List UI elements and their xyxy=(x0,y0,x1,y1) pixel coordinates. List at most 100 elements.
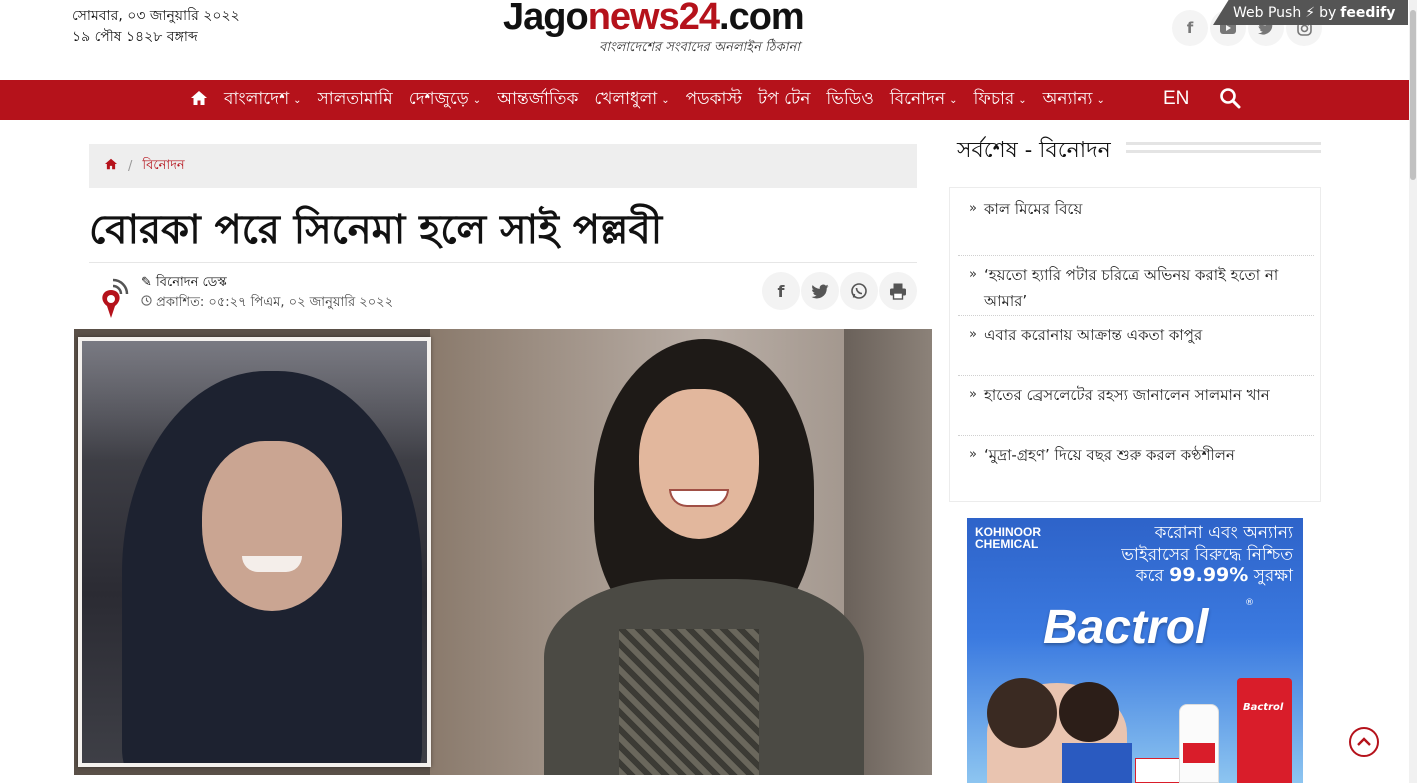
pencil-icon: ✎ xyxy=(141,275,152,290)
search-icon[interactable] xyxy=(1219,87,1243,111)
chevron-down-icon: ⌄ xyxy=(1096,94,1105,106)
ad-pack-label: Bactrol xyxy=(1243,702,1284,713)
facebook-icon[interactable]: f xyxy=(1172,10,1208,46)
logo-wordmark: Jagonews24.com xyxy=(503,0,805,39)
ad-line-3b: 99.99% xyxy=(1169,564,1249,586)
inset-face xyxy=(202,441,342,611)
nav-item-sports[interactable]: খেলাধুলা ⌄ xyxy=(594,86,669,114)
nav-item-bangladesh[interactable]: বাংলাদেশ ⌄ xyxy=(224,86,302,114)
nav-item-saltamami[interactable]: সালতামামি xyxy=(318,86,393,114)
chevron-down-icon: ⌄ xyxy=(949,94,958,106)
chevron-down-icon: ⌄ xyxy=(661,94,670,106)
article-hero-image xyxy=(74,329,932,775)
hero-face xyxy=(639,389,759,539)
nav-label: সালতামামি xyxy=(317,89,393,109)
print-icon[interactable] xyxy=(879,272,917,310)
language-switch[interactable]: EN xyxy=(1163,88,1189,110)
list-item-text[interactable]: ‘মুদ্রা-গ্রহণ’ দিয়ে বছর শুরু করল কণ্ঠশী… xyxy=(984,442,1314,496)
sidebar-advertisement[interactable]: KOHINOOR CHEMICAL করোনা এবং অন্যান্য ভাই… xyxy=(967,518,1303,783)
breadcrumb-category[interactable]: বিনোদন xyxy=(142,156,184,177)
home-icon[interactable] xyxy=(190,90,208,111)
inset-smile xyxy=(242,556,302,572)
nav-item-video[interactable]: ভিডিও xyxy=(826,86,873,114)
hero-inset-photo xyxy=(78,337,431,767)
author-line: ✎ বিনোদন ডেস্ক xyxy=(141,273,227,293)
ad-brand: Bactrol xyxy=(1043,601,1209,654)
breadcrumb-home-icon[interactable] xyxy=(104,158,118,174)
list-item[interactable]: » হাতের ব্রেসলেটের রহস্য জানালেন সালমান … xyxy=(958,382,1314,436)
nav-label: দেশজুড়ে xyxy=(408,89,469,109)
twitter-share-icon[interactable] xyxy=(801,272,839,310)
scrollbar-thumb[interactable] xyxy=(1410,10,1416,180)
chevron-down-icon: ⌄ xyxy=(472,94,482,106)
double-chevron-right-icon: » xyxy=(969,327,977,342)
nav-item-top-ten[interactable]: টপ টেন xyxy=(758,86,811,114)
logo-text-c: .com xyxy=(719,0,805,38)
ad-line-3c: সুরক্ষা xyxy=(1253,566,1293,586)
list-item[interactable]: » এবার করোনায় আক্রান্ত একতা কাপুর xyxy=(958,322,1314,376)
list-item[interactable]: » কাল মিমের বিয়ে xyxy=(958,196,1314,256)
published-label: প্রকাশিত: xyxy=(156,295,205,310)
ad-bottle-label xyxy=(1183,743,1215,763)
author-avatar xyxy=(93,276,133,320)
double-chevron-right-icon: » xyxy=(969,387,977,402)
page-scrollbar[interactable] xyxy=(1409,0,1417,783)
scroll-to-top-button[interactable] xyxy=(1349,727,1379,757)
clock-icon xyxy=(141,295,156,310)
ad-product-box xyxy=(1135,758,1181,783)
lightning-icon: ⚡ xyxy=(1305,4,1316,21)
ad-product-pack xyxy=(1237,678,1292,783)
hero-dress-pattern xyxy=(619,629,759,775)
double-chevron-right-icon: » xyxy=(969,201,977,216)
nav-item-international[interactable]: আন্তর্জাতিক xyxy=(497,86,578,114)
title-divider xyxy=(89,262,917,263)
list-item-text[interactable]: ‘হয়তো হ্যারি পটার চরিত্রে অভিনয় করাই হ… xyxy=(984,262,1314,315)
date-bangla: ১৯ পৌষ ১৪২৮ বঙ্গাব্দ xyxy=(72,29,198,45)
list-item-text[interactable]: হাতের ব্রেসলেটের রহস্য জানালেন সালমান খা… xyxy=(984,382,1314,435)
main-nav: বাংলাদেশ ⌄ সালতামামি দেশজুড়ে ⌄ আন্তর্জাতি… xyxy=(0,80,1409,120)
author-name[interactable]: বিনোদন ডেস্ক xyxy=(156,275,227,290)
nav-item-entertainment[interactable]: বিনোদন ⌄ xyxy=(890,86,958,114)
breadcrumb: / বিনোদন xyxy=(89,144,917,188)
nav-items: বাংলাদেশ ⌄ সালতামামি দেশজুড়ে ⌄ আন্তর্জাতি… xyxy=(190,80,1121,120)
whatsapp-share-icon[interactable] xyxy=(840,272,878,310)
ad-line-3a: করে xyxy=(1135,566,1164,586)
registered-icon: ® xyxy=(1245,598,1254,608)
ad-child-hair xyxy=(1059,682,1119,742)
list-item-text[interactable]: কাল মিমের বিয়ে xyxy=(984,196,1314,255)
nav-label: বাংলাদেশ xyxy=(224,89,290,109)
nav-label: ভিডিও xyxy=(826,89,874,109)
nav-item-feature[interactable]: ফিচার ⌄ xyxy=(974,86,1027,114)
breadcrumb-separator: / xyxy=(128,158,133,174)
chevron-down-icon: ⌄ xyxy=(293,94,302,106)
nav-label: খেলাধুলা xyxy=(594,89,658,109)
logo-text-a: Jago xyxy=(503,0,589,38)
logo-tagline: বাংলাদেশের সংবাদের অনলাইন ঠিকানা xyxy=(599,40,801,55)
publish-line: প্রকাশিত: ০৫:২৭ পিএম, ০২ জানুয়ারি ২০২২ xyxy=(141,293,393,313)
webpush-by: by xyxy=(1319,4,1337,21)
logo-text-b: news24 xyxy=(587,0,720,38)
double-chevron-right-icon: » xyxy=(969,447,977,462)
nav-label: আন্তর্জাতিক xyxy=(497,89,579,109)
sidebar-title-decoration xyxy=(1126,142,1321,153)
site-header: সোমবার, ০৩ জানুয়ারি ২০২২ ১৯ পৌষ ১৪২৮ বঙ… xyxy=(0,0,1417,80)
date-block: সোমবার, ০৩ জানুয়ারি ২০২২ ১৯ পৌষ ১৪২৮ বঙ… xyxy=(72,6,240,48)
list-item-text[interactable]: এবার করোনায় আক্রান্ত একতা কাপুর xyxy=(984,322,1314,375)
webpush-brand: feedify xyxy=(1340,4,1396,21)
sidebar-title: সর্বশেষ - বিনোদন xyxy=(957,138,1111,163)
ad-line-3: করে 99.99% সুরক্ষা xyxy=(1136,563,1293,591)
webpush-label: Web Push xyxy=(1233,4,1302,21)
nav-item-others[interactable]: অন্যান্য ⌄ xyxy=(1043,86,1105,114)
web-push-badge[interactable]: Web Push ⚡ by feedify xyxy=(1213,0,1408,25)
list-item[interactable]: » ‘মুদ্রা-গ্রহণ’ দিয়ে বছর শুরু করল কণ্ঠ… xyxy=(958,442,1314,496)
nav-item-podcast[interactable]: পডকাস্ট xyxy=(686,86,742,114)
nav-label: অন্যান্য xyxy=(1042,89,1093,109)
ad-child-shirt xyxy=(1062,743,1132,783)
site-logo[interactable]: Jagonews24.com বাংলাদেশের সংবাদের অনলাইন… xyxy=(503,0,828,62)
list-item[interactable]: » ‘হয়তো হ্যারি পটার চরিত্রে অভিনয় করাই… xyxy=(958,262,1314,316)
nav-item-deshjure[interactable]: দেশজুড়ে ⌄ xyxy=(409,86,481,114)
double-chevron-right-icon: » xyxy=(969,267,977,282)
nav-label: পডকাস্ট xyxy=(685,89,742,109)
facebook-share-icon[interactable]: f xyxy=(762,272,800,310)
ad-company: KOHINOOR CHEMICAL xyxy=(975,525,1041,551)
